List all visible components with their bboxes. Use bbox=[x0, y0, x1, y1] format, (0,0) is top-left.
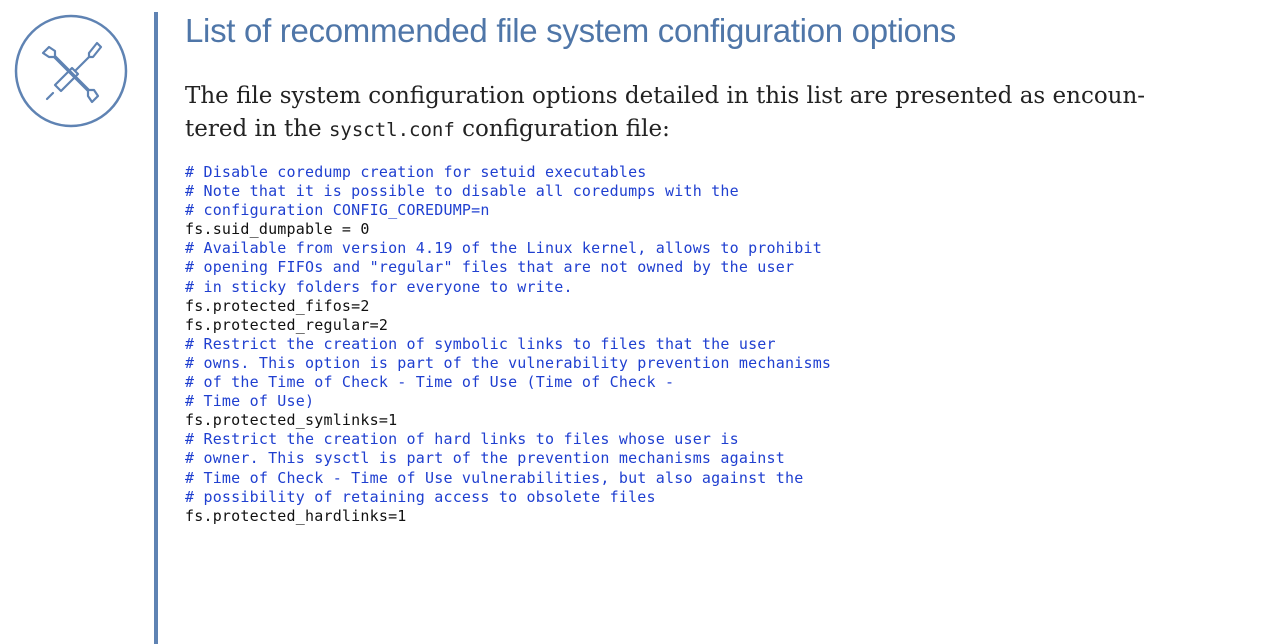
intro-text-line1: The file system configuration options de… bbox=[185, 83, 1146, 109]
code-comment-line: # owner. This sysctl is part of the prev… bbox=[185, 449, 785, 468]
code-setting-line: fs.protected_symlinks=1 bbox=[185, 411, 398, 430]
code-comment-line: # possibility of retaining access to obs… bbox=[185, 487, 656, 506]
intro-text-end: configuration file: bbox=[454, 116, 670, 142]
intro-text-line2: tered in the bbox=[185, 116, 329, 142]
code-comment-line: # owns. This option is part of the vulne… bbox=[185, 353, 832, 372]
code-comment-line: # Restrict the creation of hard links to… bbox=[185, 430, 739, 449]
code-setting-line: fs.protected_fifos=2 bbox=[185, 296, 370, 315]
code-setting-line: fs.suid_dumpable = 0 bbox=[185, 220, 370, 239]
main-content: List of recommended file system configur… bbox=[185, 8, 1250, 526]
filename-inline: sysctl.conf bbox=[328, 119, 455, 141]
code-listing: # Disable coredump creation for setuid e… bbox=[185, 163, 1250, 526]
code-comment-line: # Available from version 4.19 of the Lin… bbox=[185, 239, 822, 258]
page-title: List of recommended file system configur… bbox=[185, 12, 956, 49]
accent-bar bbox=[154, 12, 158, 644]
code-setting-line: fs.protected_hardlinks=1 bbox=[185, 506, 407, 525]
intro-paragraph: The file system configuration options de… bbox=[185, 80, 1250, 147]
code-setting-line: fs.protected_regular=2 bbox=[185, 315, 389, 334]
code-comment-line: # configuration CONFIG_COREDUMP=n bbox=[185, 201, 490, 220]
code-comment-line: # Disable coredump creation for setuid e… bbox=[185, 163, 647, 181]
code-comment-line: # of the Time of Check - Time of Use (Ti… bbox=[185, 373, 675, 392]
tools-icon bbox=[13, 13, 129, 129]
code-comment-line: # Time of Use) bbox=[185, 392, 315, 411]
code-comment-line: # opening FIFOs and "regular" files that… bbox=[185, 258, 795, 277]
code-comment-line: # Time of Check - Time of Use vulnerabil… bbox=[185, 468, 804, 487]
code-comment-line: # in sticky folders for everyone to writ… bbox=[185, 277, 573, 296]
code-comment-line: # Note that it is possible to disable al… bbox=[185, 182, 739, 201]
code-comment-line: # Restrict the creation of symbolic link… bbox=[185, 334, 776, 353]
